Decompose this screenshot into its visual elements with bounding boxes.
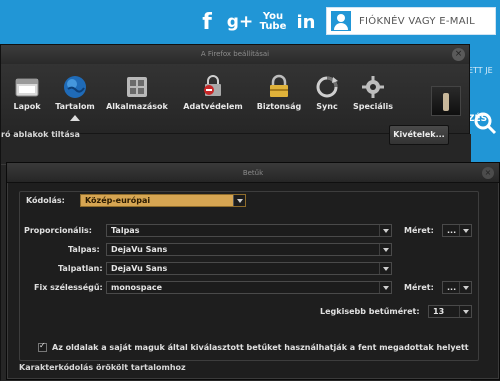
serif-dropdown[interactable]: DejaVu Sans (106, 243, 392, 256)
chevron-down-icon (379, 244, 391, 255)
encoding-label: Kódolás: (26, 196, 65, 205)
applications-icon (124, 74, 150, 100)
allow-page-fonts-checkbox[interactable] (38, 341, 47, 352)
website-header-bar: f g+ You Tube in FIÓKNÉV VAGY E-MAIL (0, 0, 500, 44)
google-plus-glyph: g+ (226, 12, 254, 32)
security-lock-icon (266, 74, 292, 100)
mono-size-value: ... (447, 283, 457, 292)
close-icon[interactable]: × (452, 48, 465, 61)
tab-label: Speciális (352, 102, 394, 111)
system-tray-thumbnail (431, 86, 461, 116)
min-size-dropdown[interactable]: 13 (428, 305, 472, 318)
chevron-down-icon (379, 263, 391, 274)
close-icon[interactable]: × (482, 167, 494, 179)
linkedin-glyph: in (296, 11, 316, 33)
tabs-icon (14, 74, 40, 100)
privacy-mask-icon (200, 74, 226, 100)
size-value: ... (447, 226, 457, 235)
tab-label: Adatvédelem (183, 102, 243, 111)
tab-label: Tartalom (55, 102, 95, 111)
login-input[interactable]: FIÓKNÉV VAGY E-MAIL (326, 7, 496, 35)
tab-tartalom[interactable]: Tartalom (45, 68, 105, 121)
size-label: Méret: (404, 226, 434, 235)
serif-label: Talpas: (68, 245, 100, 254)
mono-size-label: Méret: (404, 283, 434, 292)
popup-block-label: ró ablakok tiltása (1, 130, 80, 139)
proportional-value: Talpas (111, 226, 140, 235)
chevron-down-icon (459, 225, 471, 236)
tab-alkalmazasok[interactable]: Alkalmazások (103, 68, 171, 111)
sans-label: Talpatlan: (58, 264, 103, 273)
min-size-value: 13 (433, 307, 445, 316)
facebook-icon[interactable]: f (193, 8, 221, 36)
serif-value: DejaVu Sans (111, 245, 168, 254)
fallback-encoding-label: Karakterkódolás örökölt tartalomhoz (19, 363, 186, 372)
tab-specialis[interactable]: Speciális (343, 68, 403, 111)
advanced-gear-icon (360, 74, 386, 100)
chevron-down-icon (379, 282, 391, 293)
tab-adatvedelem[interactable]: Adatvédelem (173, 68, 253, 111)
content-globe-icon (62, 74, 88, 100)
user-icon (331, 11, 351, 31)
website-text-fragment: ETT JE (468, 66, 493, 75)
mono-value: monospace (111, 283, 163, 292)
prefs-toolbar: Lapok Tartalom Alkalmazások Adatvédelem (1, 64, 469, 134)
fonts-dialog: Betűk × Kódolás: Közép-európai Proporcio… (6, 162, 500, 380)
allow-page-fonts-label: Az oldalak a saját maguk által kiválaszt… (52, 343, 469, 352)
youtube-icon[interactable]: You Tube (259, 8, 287, 36)
fonts-dialog-title-bar: Betűk × (7, 163, 499, 183)
selected-tab-indicator (70, 115, 80, 121)
linkedin-icon[interactable]: in (292, 8, 320, 36)
chevron-down-icon (233, 195, 245, 206)
proportional-label: Proporcionális: (24, 226, 92, 235)
tab-label: Alkalmazások (106, 102, 168, 111)
prefs-title-bar: A Firefox beállításai × (1, 45, 469, 64)
min-size-label: Legkisebb betűméret: (320, 307, 420, 316)
mono-label: Fix szélességű: (34, 283, 103, 292)
chevron-down-icon (459, 282, 471, 293)
mono-size-dropdown[interactable]: ... (442, 281, 472, 294)
proportional-dropdown[interactable]: Talpas (106, 224, 392, 237)
exceptions-button[interactable]: Kivételek... (389, 125, 449, 145)
chevron-down-icon (379, 225, 391, 236)
google-plus-icon[interactable]: g+ (226, 8, 254, 36)
popup-block-row: ró ablakok tiltása Kivételek... (1, 125, 471, 147)
chevron-down-icon (459, 306, 471, 317)
sans-value: DejaVu Sans (111, 264, 168, 273)
fonts-dialog-title: Betűk (242, 169, 264, 177)
size-dropdown[interactable]: ... (442, 224, 472, 237)
sync-icon (314, 74, 340, 100)
prefs-title: A Firefox beállításai (200, 50, 270, 58)
fonts-group-box: Kódolás: Közép-európai Proporcionális: T… (19, 191, 479, 361)
facebook-glyph: f (202, 9, 212, 35)
login-placeholder: FIÓKNÉV VAGY E-MAIL (359, 15, 475, 27)
mono-dropdown[interactable]: monospace (106, 281, 392, 294)
encoding-value: Közép-európai (85, 196, 151, 205)
encoding-dropdown[interactable]: Közép-európai (80, 194, 246, 207)
search-icon[interactable] (470, 108, 500, 138)
youtube-glyph-bottom: Tube (259, 21, 287, 32)
sans-dropdown[interactable]: DejaVu Sans (106, 262, 392, 275)
